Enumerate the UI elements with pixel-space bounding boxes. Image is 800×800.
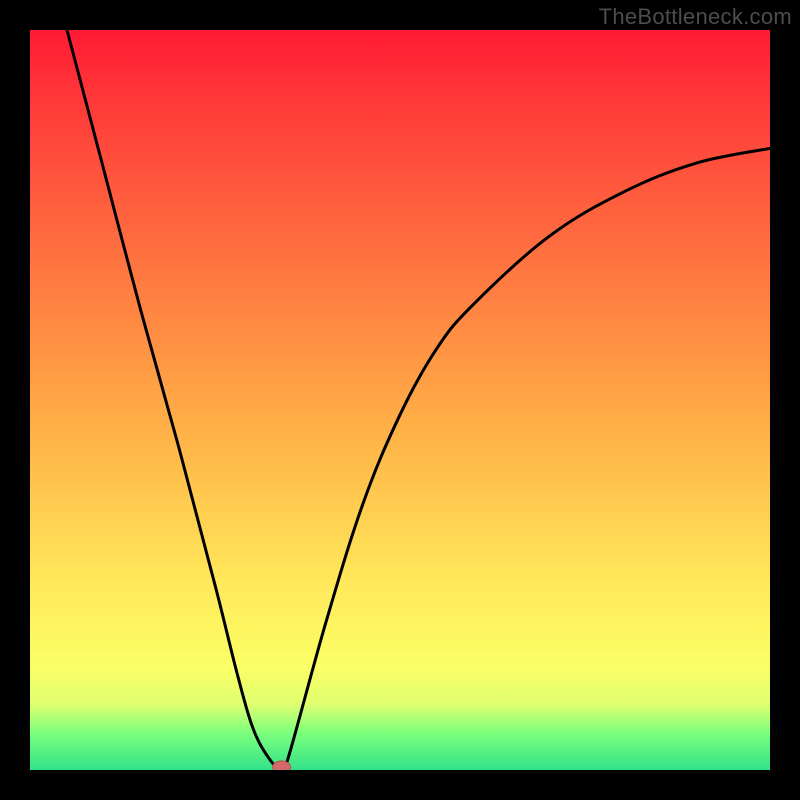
bottleneck-curve (30, 30, 770, 770)
optimal-point-marker (273, 761, 291, 770)
chart-frame: TheBottleneck.com (0, 0, 800, 800)
plot-area (30, 30, 770, 770)
curve-path (67, 30, 770, 770)
watermark-text: TheBottleneck.com (599, 4, 792, 30)
